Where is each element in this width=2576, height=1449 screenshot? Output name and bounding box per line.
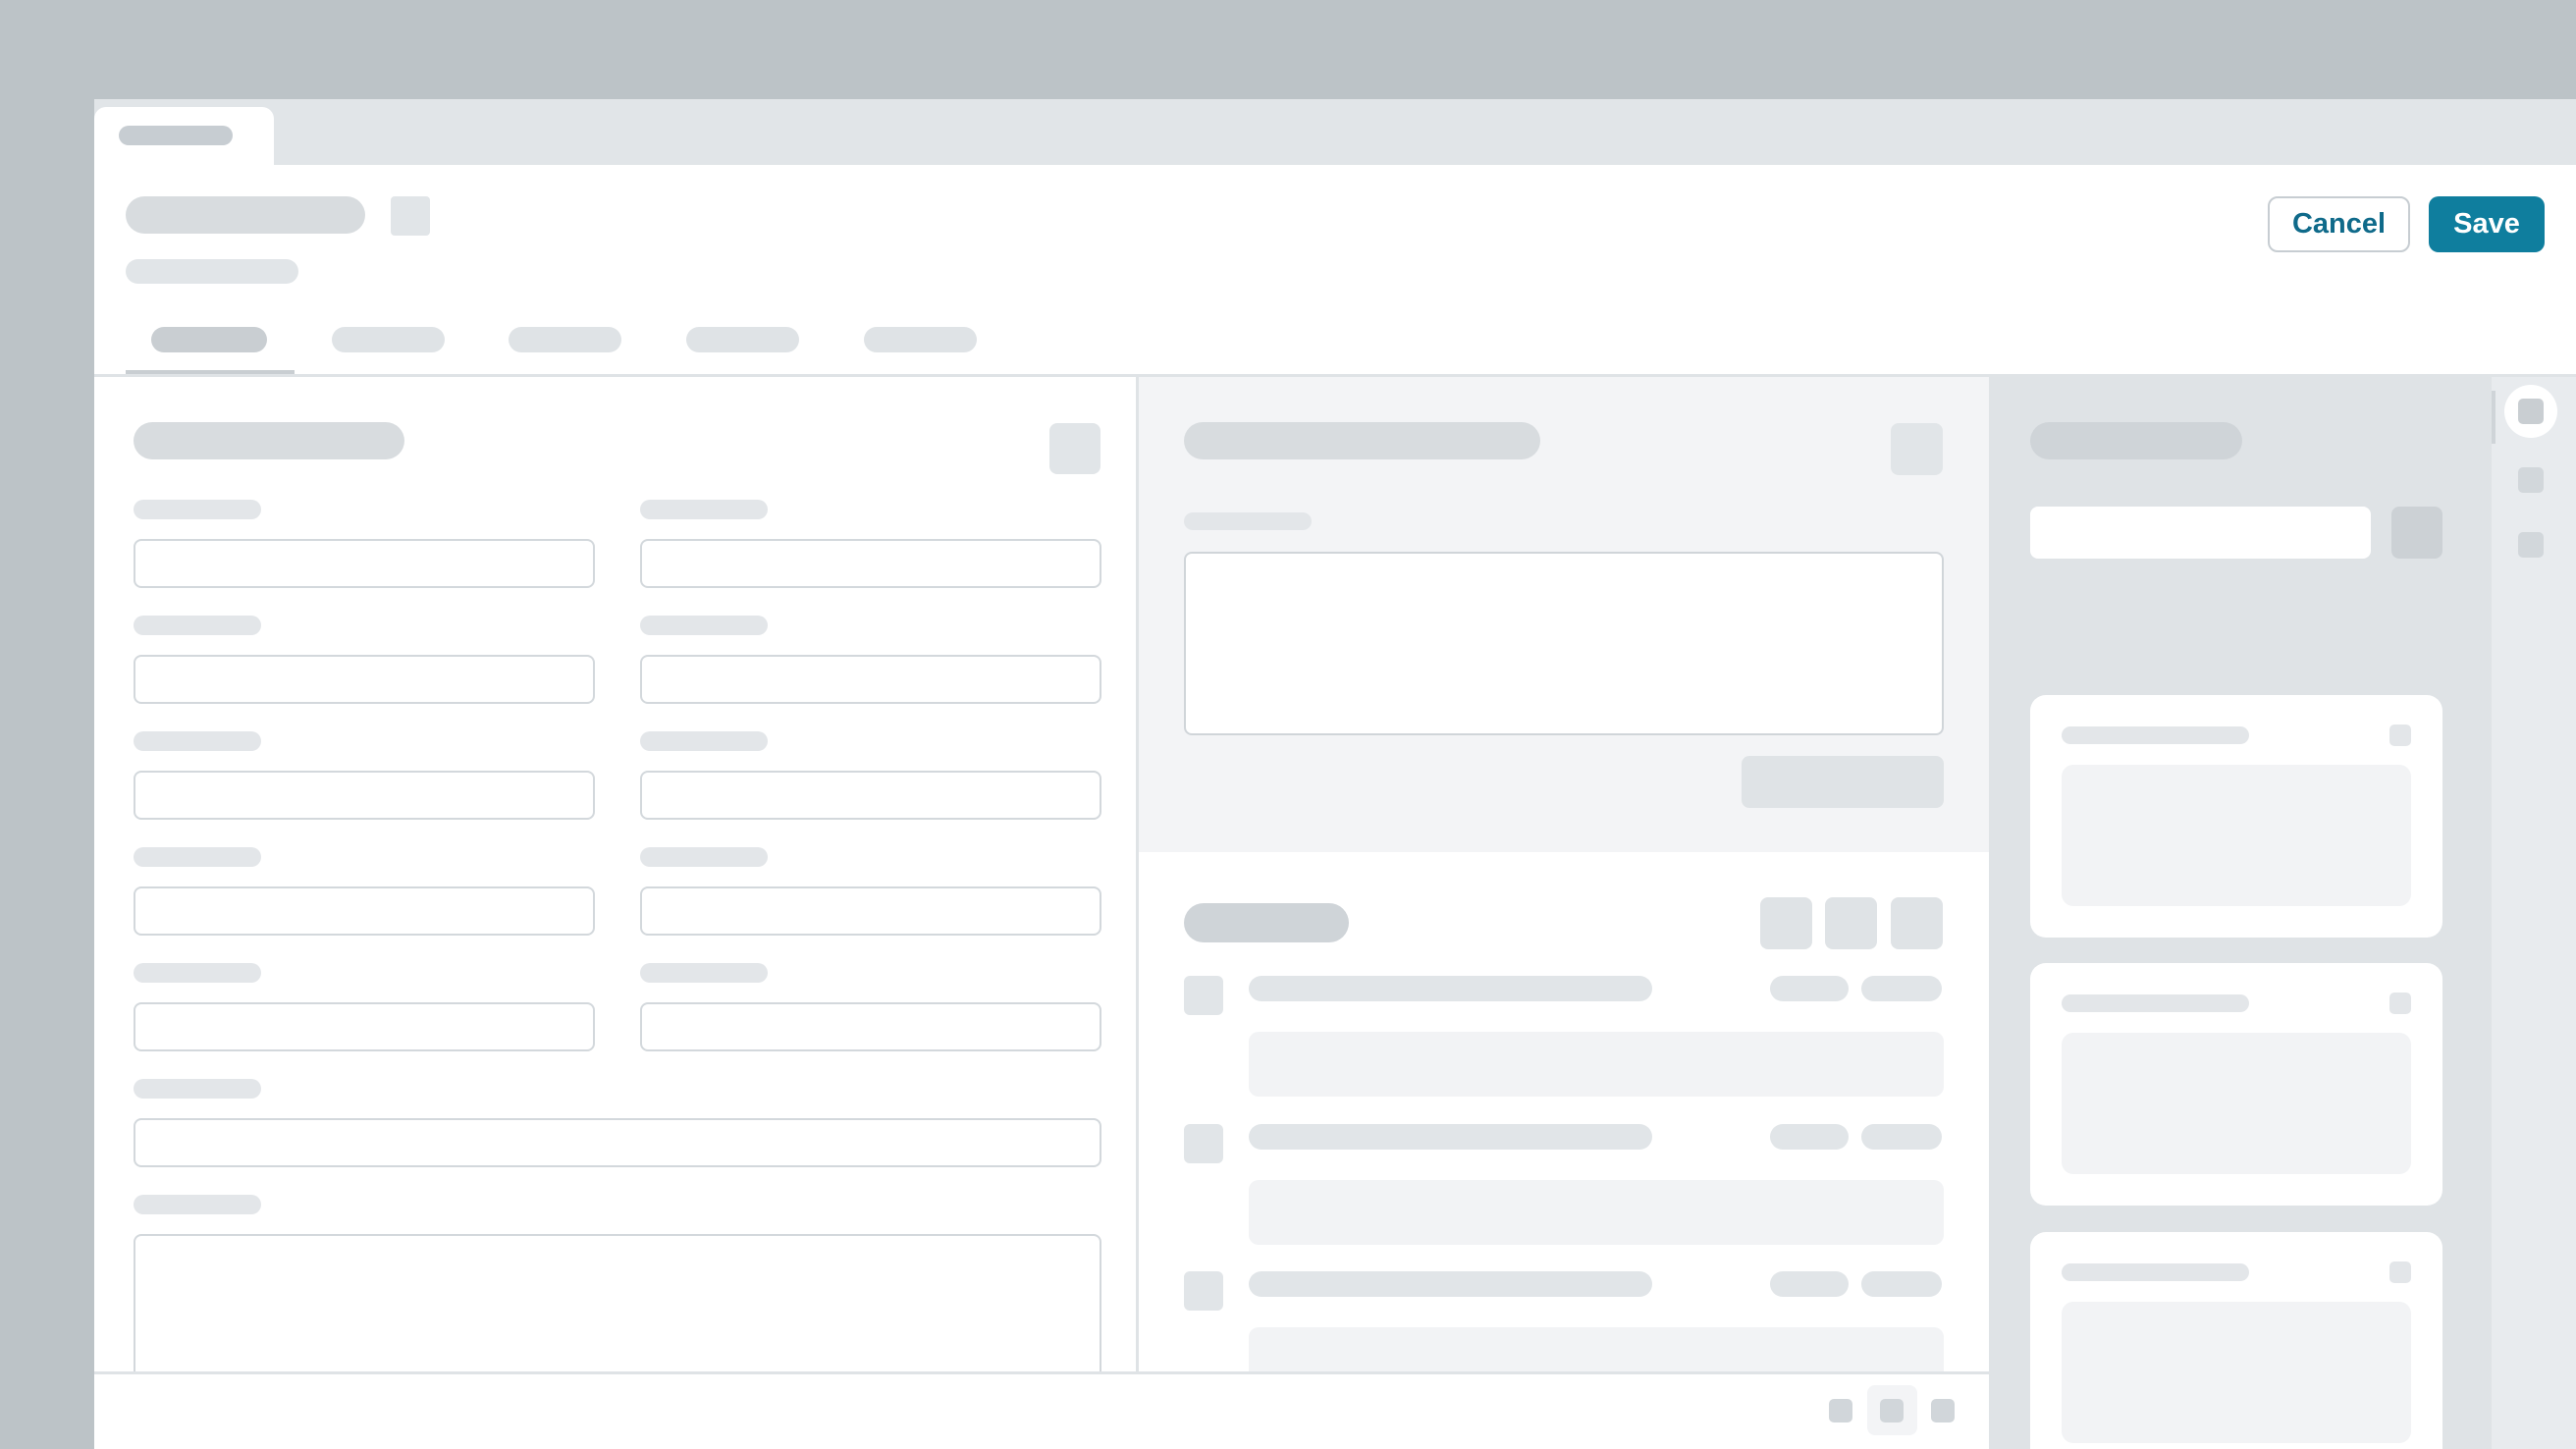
- text-field[interactable]: [640, 771, 1101, 820]
- side-card-content: [2062, 765, 2411, 906]
- footer-square-icon[interactable]: [1931, 1399, 1955, 1422]
- rail-square-icon[interactable]: [2518, 532, 2544, 558]
- text-field[interactable]: [640, 1002, 1101, 1051]
- text-field[interactable]: [134, 655, 595, 704]
- field-label: [640, 616, 768, 635]
- tab-4[interactable]: [686, 327, 799, 352]
- activity-meta: [1770, 1271, 1849, 1297]
- activity-meta: [1770, 976, 1849, 1001]
- activity-avatar-icon: [1184, 976, 1223, 1015]
- rail-selected-circle-icon[interactable]: [2504, 385, 2557, 438]
- filter-icon[interactable]: [1760, 897, 1812, 949]
- page-header: [94, 165, 2576, 377]
- cancel-button[interactable]: Cancel: [2268, 196, 2410, 252]
- footer-square-icon[interactable]: [1829, 1399, 1852, 1422]
- side-search-input[interactable]: [2030, 507, 2371, 559]
- side-card-title: [2062, 1263, 2249, 1281]
- side-card-content: [2062, 1033, 2411, 1174]
- side-search-button[interactable]: [2391, 507, 2442, 559]
- side-panel-title: [2030, 422, 2242, 459]
- activity-title: [1249, 1271, 1652, 1297]
- text-field[interactable]: [134, 886, 595, 936]
- side-panel: [1989, 377, 2492, 1449]
- field-label: [134, 616, 261, 635]
- side-card-content: [2062, 1302, 2411, 1443]
- activity-meta: [1770, 1124, 1849, 1150]
- activity-body: [1249, 1032, 1944, 1097]
- comment-textarea[interactable]: [1184, 552, 1944, 735]
- comment-action-icon[interactable]: [1891, 423, 1943, 475]
- field-label: [134, 847, 261, 867]
- activity-section-title: [1184, 903, 1349, 942]
- comment-label: [1184, 512, 1312, 530]
- section-title: [134, 422, 404, 459]
- app-window: Cancel Save: [94, 99, 2576, 1449]
- activity-meta: [1861, 1271, 1942, 1297]
- tab-title-placeholder: [119, 126, 233, 145]
- activity-body: [1249, 1180, 1944, 1245]
- tab-strip: [94, 99, 2576, 165]
- textarea-field[interactable]: [134, 1234, 1101, 1371]
- side-card-title: [2062, 726, 2249, 744]
- field-label: [640, 500, 768, 519]
- activity-meta: [1861, 976, 1942, 1001]
- title-action-icon[interactable]: [391, 196, 430, 236]
- side-card-menu-icon[interactable]: [2389, 1261, 2411, 1283]
- footer-square-icon[interactable]: [1880, 1399, 1904, 1422]
- activity-section: [1139, 852, 1989, 1371]
- tab-5[interactable]: [864, 327, 977, 352]
- tab-3[interactable]: [509, 327, 621, 352]
- field-label: [134, 1195, 261, 1214]
- field-label: [134, 500, 261, 519]
- text-field[interactable]: [640, 886, 1101, 936]
- comment-section-title: [1184, 422, 1540, 459]
- field-label: [640, 731, 768, 751]
- side-card[interactable]: [2030, 963, 2442, 1206]
- field-label: [134, 963, 261, 983]
- text-field[interactable]: [134, 1002, 595, 1051]
- activity-meta: [1861, 1124, 1942, 1150]
- page-title: [126, 196, 365, 234]
- square-icon: [2518, 399, 2544, 424]
- tab-2[interactable]: [332, 327, 445, 352]
- field-label: [134, 731, 261, 751]
- activity-title: [1249, 1124, 1652, 1150]
- page-subtitle: [126, 259, 298, 284]
- browser-tab-active[interactable]: [94, 107, 274, 165]
- side-card-menu-icon[interactable]: [2389, 993, 2411, 1014]
- text-field[interactable]: [640, 655, 1101, 704]
- right-rail: [2492, 377, 2576, 1449]
- comment-section: [1139, 377, 1989, 852]
- comment-submit-button[interactable]: [1742, 756, 1944, 808]
- text-field-wide[interactable]: [134, 1118, 1101, 1167]
- section-action-icon[interactable]: [1049, 423, 1100, 474]
- field-label: [640, 847, 768, 867]
- sort-icon[interactable]: [1825, 897, 1877, 949]
- side-card[interactable]: [2030, 1232, 2442, 1449]
- activity-avatar-icon: [1184, 1124, 1223, 1163]
- activity-avatar-icon: [1184, 1271, 1223, 1311]
- text-field[interactable]: [134, 539, 595, 588]
- rail-selection-indicator: [2492, 391, 2496, 444]
- tab-active-indicator: [126, 370, 295, 374]
- save-button[interactable]: Save: [2429, 196, 2545, 252]
- form-panel: [94, 377, 1139, 1371]
- rail-square-icon[interactable]: [2518, 467, 2544, 493]
- field-label: [134, 1079, 261, 1099]
- footer-bar: [94, 1371, 1989, 1449]
- more-icon[interactable]: [1891, 897, 1943, 949]
- side-card-menu-icon[interactable]: [2389, 724, 2411, 746]
- text-field[interactable]: [134, 771, 595, 820]
- activity-title: [1249, 976, 1652, 1001]
- side-card-title: [2062, 994, 2249, 1012]
- text-field[interactable]: [640, 539, 1101, 588]
- side-card[interactable]: [2030, 695, 2442, 938]
- tab-1[interactable]: [151, 327, 267, 352]
- activity-body: [1249, 1327, 1944, 1371]
- field-label: [640, 963, 768, 983]
